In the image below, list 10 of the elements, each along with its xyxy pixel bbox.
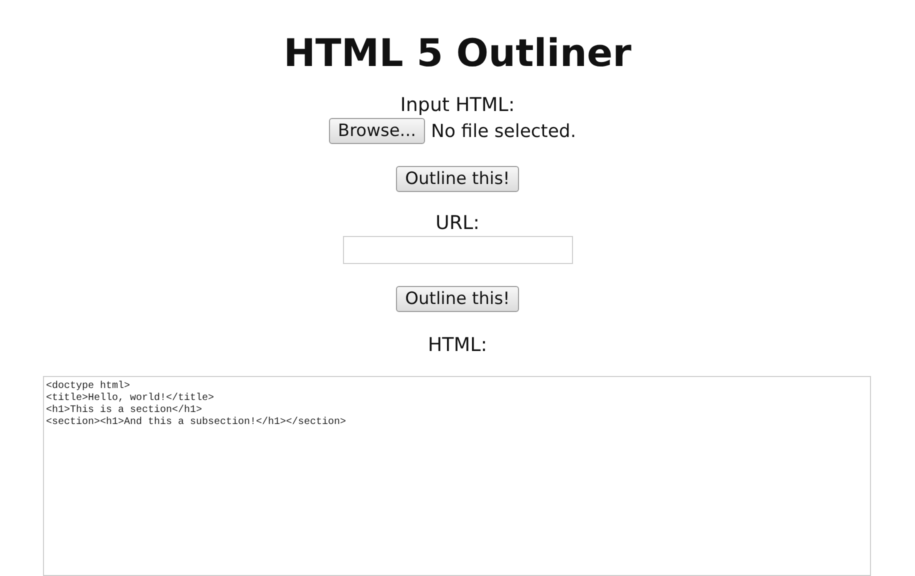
html-textarea[interactable]: <doctype html> <title>Hello, world!</title> <h1>This is a section</h1> <section><h1>And this a subsection!</h1></section> xyxy=(43,376,871,576)
url-field[interactable] xyxy=(342,236,572,264)
section-label: URL: xyxy=(435,212,480,234)
browse-button[interactable]: Browse... xyxy=(328,118,426,144)
section-label: Input HTML: xyxy=(400,94,515,116)
file-status: No file selected. xyxy=(431,120,576,142)
page-title: HTML 5 Outliner xyxy=(284,30,632,76)
outline-button[interactable]: Outline this! xyxy=(396,166,519,192)
outline-button[interactable]: Outline this! xyxy=(396,286,519,312)
section-label: HTML: xyxy=(428,334,488,356)
